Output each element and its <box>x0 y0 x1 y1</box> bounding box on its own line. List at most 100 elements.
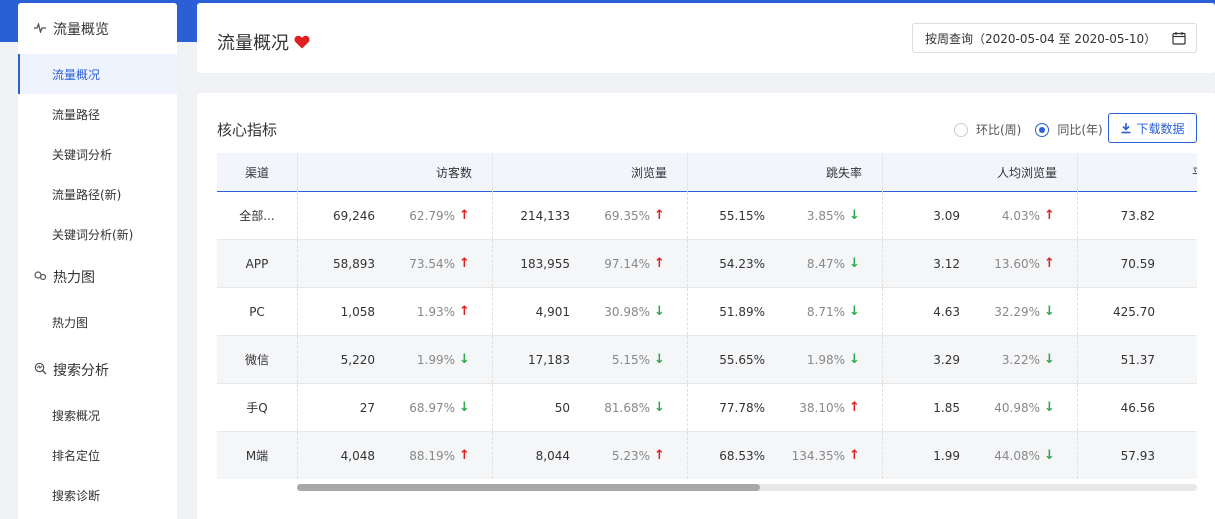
cell-value: 69,246 <box>333 208 375 223</box>
cell-change-pct: 38.10% <box>799 400 845 415</box>
sidebar-item-search-diagnosis[interactable]: 搜索诊断 <box>18 475 177 515</box>
search-analysis-icon <box>33 362 47 378</box>
horizontal-scrollbar[interactable] <box>297 484 1197 491</box>
cell-channel: 手Q <box>217 384 298 431</box>
sidebar-item-label: 搜索概况 <box>52 408 101 423</box>
cell-metric: 55.65% 1.98% ↓ <box>688 336 883 383</box>
cell-change-pct: 8.47% <box>806 256 845 271</box>
cell-change-pct: 32.29% <box>994 304 1040 319</box>
cell-change-pct: 1.98% <box>806 352 845 367</box>
cell-metric: 46.5650 <box>1078 384 1197 431</box>
arrow-up-icon: ↑ <box>459 256 470 271</box>
radio-year-over-year[interactable] <box>1035 122 1050 137</box>
arrow-up-icon: ↑ <box>1044 208 1055 223</box>
cell-metric: 4.63 32.29% ↓ <box>883 288 1078 335</box>
cell-metric: 5,220 1.99% ↓ <box>298 336 493 383</box>
radio-label[interactable]: 环比(周) <box>976 121 1021 138</box>
sidebar-item-label: 排名定位 <box>52 448 101 463</box>
download-data-button[interactable]: 下载数据 <box>1108 113 1197 143</box>
column-header-visitors: 访客数 <box>298 153 493 192</box>
column-header-bounce-rate: 跳失率 <box>688 153 883 192</box>
arrow-down-icon: ↓ <box>1044 448 1055 463</box>
cell-metric: 27 68.97% ↓ <box>298 384 493 431</box>
arrow-down-icon: ↓ <box>1044 352 1055 367</box>
sidebar-item-keyword-analysis[interactable]: 关键词分析 <box>18 134 177 174</box>
cell-value: 3.12 <box>933 256 960 271</box>
cell-channel: PC <box>217 288 298 335</box>
core-metrics-card: 核心指标 环比(周) 同比(年) 下载数据 渠道 访客数 浏览量 跳失率 人均浏… <box>197 93 1215 519</box>
cell-channel: M端 <box>217 432 298 479</box>
cell-value: 46.56 <box>1120 400 1155 415</box>
cell-change-pct: 5.23% <box>611 448 650 463</box>
sidebar-item-label: 流量路径(新) <box>52 187 122 202</box>
cell-value: 4,901 <box>535 304 570 319</box>
sidebar-group-traffic-overview[interactable]: 流量概览 <box>18 3 177 54</box>
radio-week-over-week[interactable] <box>954 122 968 137</box>
cell-value: 17,183 <box>528 352 570 367</box>
cell-value: 1,058 <box>340 304 375 319</box>
sidebar-item-traffic-path-new[interactable]: 流量路径(新) <box>18 174 177 214</box>
cell-metric: 214,133 69.35% ↑ <box>493 192 688 239</box>
cell-metric: 425.7020 <box>1078 288 1197 335</box>
arrow-up-icon: ↑ <box>459 448 470 463</box>
radio-label[interactable]: 同比(年) <box>1057 121 1102 138</box>
table-row: 微信 5,220 1.99% ↓ 17,183 5.15% ↓ 55.65% 1.98% ↓ 3.2… <box>217 336 1197 384</box>
scrollbar-thumb[interactable] <box>297 484 760 491</box>
cell-value: 77.78% <box>719 400 765 415</box>
sidebar-item-label: 热力图 <box>52 315 89 330</box>
cell-metric: 58,893 73.54% ↑ <box>298 240 493 287</box>
sidebar-group-search-analysis[interactable]: 搜索分析 <box>18 344 177 395</box>
arrow-down-icon: ↓ <box>459 352 470 367</box>
arrow-down-icon: ↓ <box>459 400 470 415</box>
cell-change-pct: 62.79% <box>409 208 455 223</box>
cell-metric: 73.8210 <box>1078 192 1197 239</box>
cell-metric: 4,901 30.98% ↓ <box>493 288 688 335</box>
date-range-picker[interactable]: 按周查询（2020-05-04 至 2020-05-10） <box>912 23 1197 53</box>
cell-metric: 50 81.68% ↓ <box>493 384 688 431</box>
cell-value: 5,220 <box>340 352 375 367</box>
column-header-avg-pageviews: 人均浏览量 <box>883 153 1078 192</box>
cell-change-pct: 4.03% <box>1001 208 1040 223</box>
calendar-icon[interactable] <box>1172 31 1186 45</box>
cell-change-pct: 134.35% <box>791 448 845 463</box>
sidebar-item-search-overview[interactable]: 搜索概况 <box>18 395 177 435</box>
sidebar-item-heatmap[interactable]: 热力图 <box>18 300 177 344</box>
cell-value: 68.53% <box>719 448 765 463</box>
cell-value: 27 <box>359 400 375 415</box>
cell-change-pct: 8.71% <box>806 304 845 319</box>
cell-metric: 69,246 62.79% ↑ <box>298 192 493 239</box>
table-body: 全部... 69,246 62.79% ↑ 214,133 69.35% ↑ 55.15% 3.… <box>217 192 1197 479</box>
date-range-text: 按周查询（2020-05-04 至 2020-05-10） <box>925 31 1157 46</box>
cell-value: 55.65% <box>719 352 765 367</box>
cell-channel: APP <box>217 240 298 287</box>
cell-change-pct: 20 <box>1155 305 1197 319</box>
cell-change-pct: 69.35% <box>604 208 650 223</box>
cell-value: 51.37 <box>1120 352 1155 367</box>
sidebar-group-heatmap[interactable]: 热力图 <box>18 254 177 300</box>
cell-metric: 1,058 1.93% ↑ <box>298 288 493 335</box>
arrow-up-icon: ↑ <box>654 208 665 223</box>
sidebar-item-label: 关键词分析(新) <box>52 227 134 242</box>
cell-value: 183,955 <box>520 256 570 271</box>
sidebar-item-traffic-path[interactable]: 流量路径 <box>18 94 177 134</box>
column-header-pageviews: 浏览量 <box>493 153 688 192</box>
heart-icon[interactable] <box>294 35 310 49</box>
cell-metric: 51.3746 <box>1078 336 1197 383</box>
cell-metric: 77.78% 38.10% ↑ <box>688 384 883 431</box>
sidebar-group-label: 搜索分析 <box>53 362 109 379</box>
cell-value: 214,133 <box>520 208 570 223</box>
sidebar-item-traffic-overview[interactable]: 流量概况 <box>18 54 177 94</box>
sidebar-item-keyword-analysis-new[interactable]: 关键词分析(新) <box>18 214 177 254</box>
column-header-avg-duration: 平均停留时 <box>1078 153 1197 192</box>
arrow-down-icon: ↓ <box>654 304 665 319</box>
compare-radio-group: 环比(周) 同比(年) <box>954 121 1117 138</box>
cell-metric: 3.29 3.22% ↓ <box>883 336 1078 383</box>
cell-change-pct: 44.08% <box>994 448 1040 463</box>
sidebar-item-rank-position[interactable]: 排名定位 <box>18 435 177 475</box>
cell-change-pct: 1.93% <box>416 304 455 319</box>
cell-value: 55.15% <box>719 208 765 223</box>
cell-value: 425.70 <box>1113 304 1155 319</box>
cell-value: 73.82 <box>1120 208 1155 223</box>
section-title: 核心指标 <box>217 121 278 139</box>
cell-change-pct: 73.54% <box>409 256 455 271</box>
